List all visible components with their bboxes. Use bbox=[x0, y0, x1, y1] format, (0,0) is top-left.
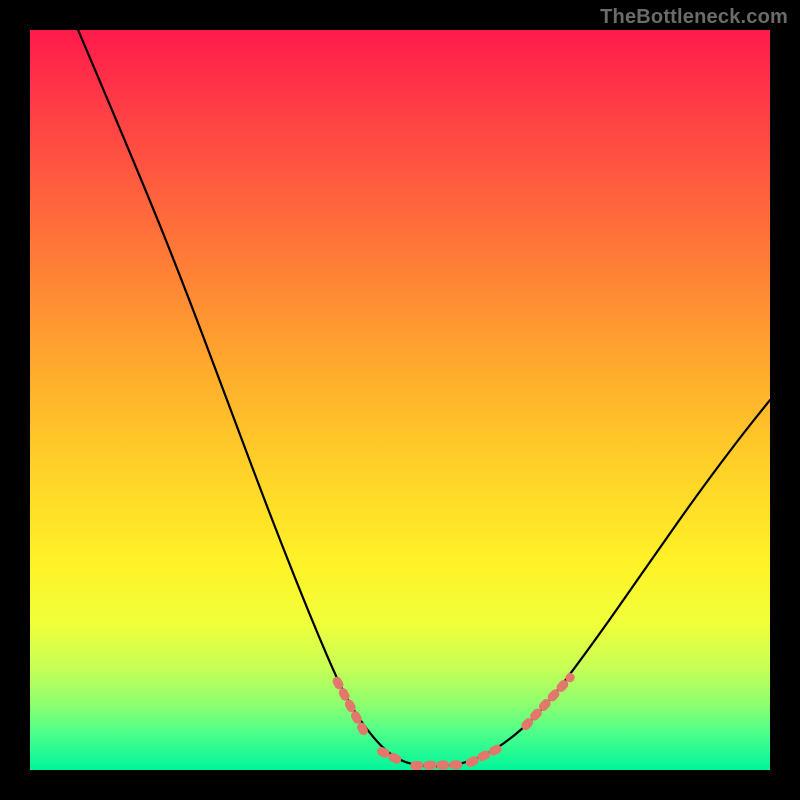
highlight-segment bbox=[382, 752, 404, 763]
curve-svg bbox=[30, 30, 770, 770]
main-curve bbox=[78, 30, 770, 766]
highlight-segment bbox=[415, 765, 459, 766]
plot-area bbox=[30, 30, 770, 770]
highlight-segments bbox=[337, 678, 570, 766]
highlight-segment bbox=[337, 681, 367, 737]
watermark-text: TheBottleneck.com bbox=[600, 6, 788, 29]
highlight-segment bbox=[470, 748, 500, 763]
chart-frame: TheBottleneck.com bbox=[0, 0, 800, 800]
highlight-segment bbox=[526, 678, 570, 726]
